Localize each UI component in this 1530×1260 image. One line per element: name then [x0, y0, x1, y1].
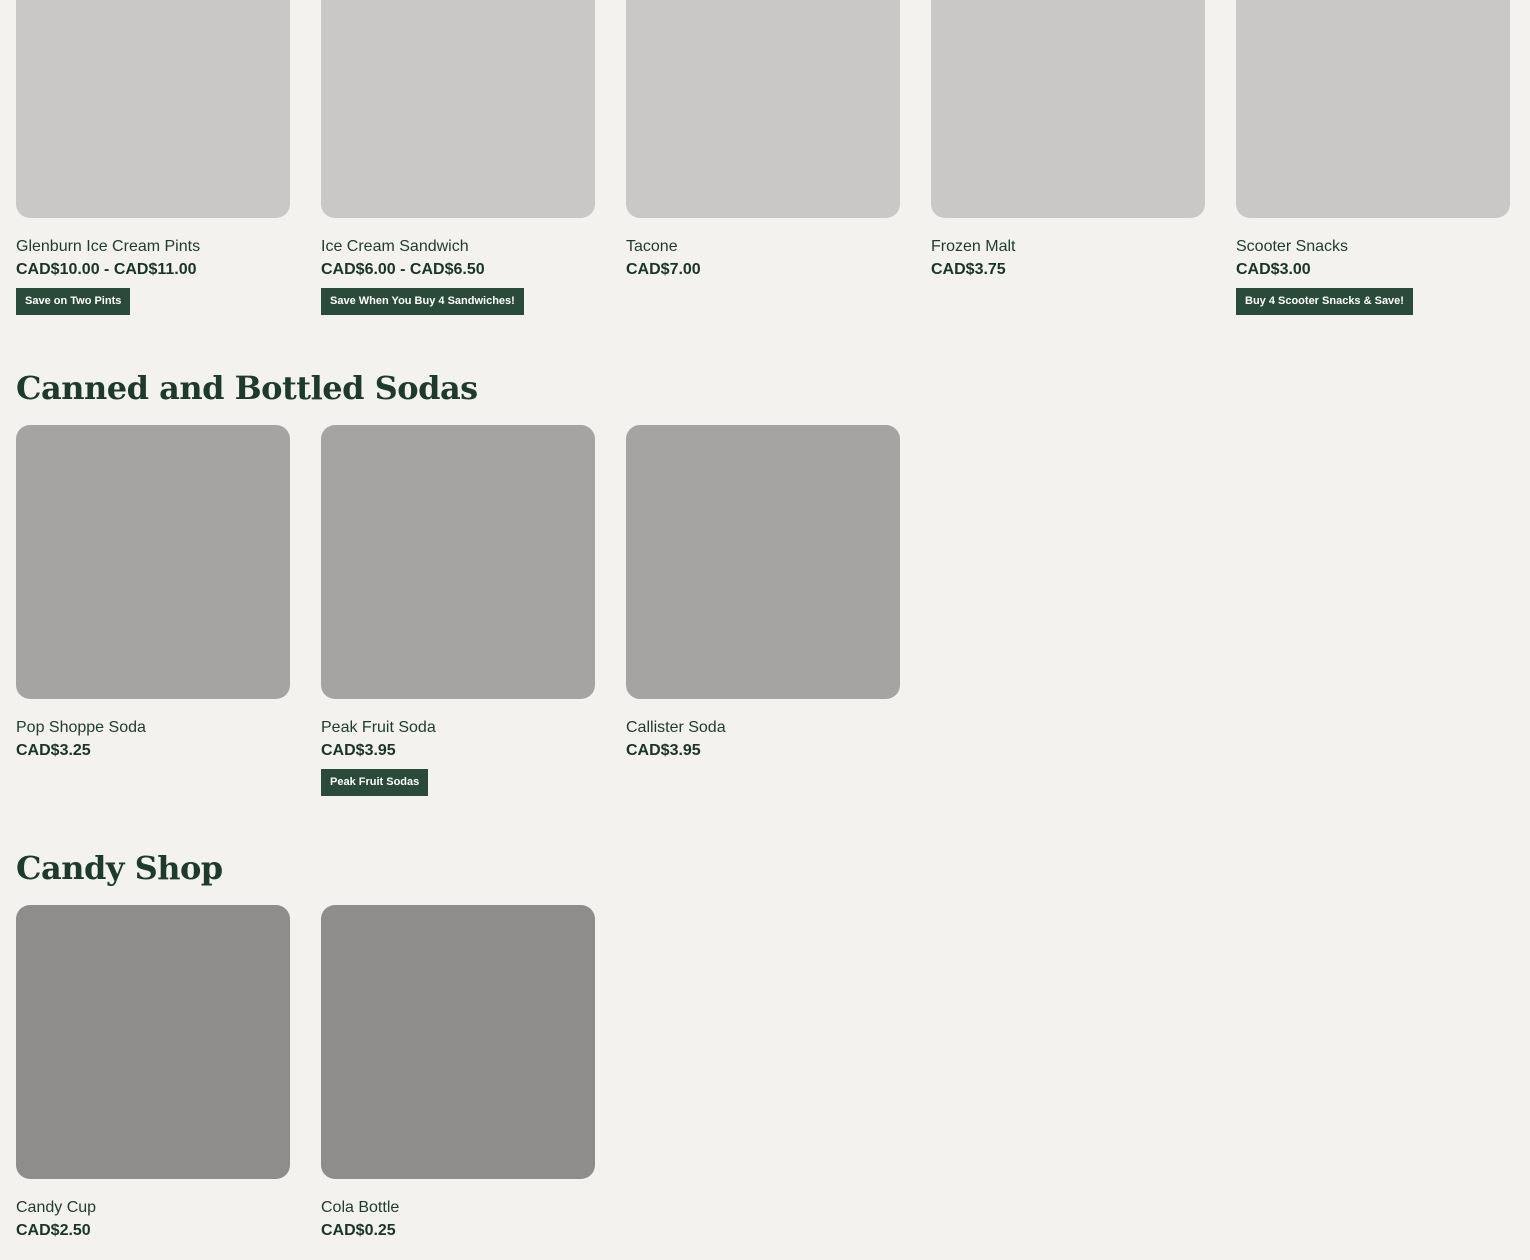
- product-image[interactable]: [626, 425, 900, 699]
- product-card[interactable]: Pop Shoppe Soda CAD$3.25: [16, 425, 290, 796]
- promo-badge: Save on Two Pints: [16, 288, 131, 315]
- product-name[interactable]: Scooter Snacks: [1236, 237, 1510, 257]
- product-grid: Pop Shoppe Soda CAD$3.25 Peak Fruit Soda…: [16, 425, 900, 796]
- product-image[interactable]: [16, 905, 290, 1179]
- product-price: CAD$10.00 - CAD$11.00: [16, 261, 197, 278]
- product-name[interactable]: Candy Cup: [16, 1198, 290, 1218]
- section-sodas: Canned and Bottled Sodas Pop Shoppe Soda…: [16, 365, 1514, 805]
- product-image[interactable]: [321, 0, 595, 218]
- product-price: CAD$3.25: [16, 742, 91, 759]
- product-price: CAD$0.25: [321, 1222, 396, 1239]
- product-name[interactable]: Pop Shoppe Soda: [16, 718, 290, 738]
- product-card[interactable]: Tacone CAD$7.00: [626, 0, 900, 315]
- product-card[interactable]: Scooter Snacks CAD$3.00 Buy 4 Scooter Sn…: [1236, 0, 1510, 315]
- product-name[interactable]: Frozen Malt: [931, 237, 1205, 257]
- product-name[interactable]: Glenburn Ice Cream Pints: [16, 237, 290, 257]
- product-image[interactable]: [321, 425, 595, 699]
- product-image[interactable]: [931, 0, 1205, 218]
- product-price: CAD$3.95: [626, 742, 701, 759]
- product-card[interactable]: Glenburn Ice Cream Pints CAD$10.00 - CAD…: [16, 0, 290, 315]
- promo-badge: Buy 4 Scooter Snacks & Save!: [1236, 288, 1413, 315]
- product-name[interactable]: Cola Bottle: [321, 1198, 595, 1218]
- product-price: CAD$3.00: [1236, 261, 1311, 278]
- promo-badge: Peak Fruit Sodas: [321, 769, 429, 796]
- product-image[interactable]: [1236, 0, 1510, 218]
- section-ice-cream: Glenburn Ice Cream Pints CAD$10.00 - CAD…: [16, 0, 1514, 330]
- product-name[interactable]: Ice Cream Sandwich: [321, 237, 595, 257]
- product-card[interactable]: Candy Cup CAD$2.50: [16, 905, 290, 1241]
- product-card[interactable]: Frozen Malt CAD$3.75: [931, 0, 1205, 315]
- product-name[interactable]: Callister Soda: [626, 718, 900, 738]
- product-grid: Candy Cup CAD$2.50 Cola Bottle CAD$0.25: [16, 905, 595, 1241]
- section-title: Candy Shop: [16, 849, 223, 887]
- product-name[interactable]: Peak Fruit Soda: [321, 718, 595, 738]
- product-price: CAD$3.95: [321, 742, 396, 759]
- product-name[interactable]: Tacone: [626, 237, 900, 257]
- product-price: CAD$7.00: [626, 261, 701, 278]
- product-listing-page: Glenburn Ice Cream Pints CAD$10.00 - CAD…: [0, 0, 1530, 1260]
- product-image[interactable]: [321, 905, 595, 1179]
- product-price: CAD$3.75: [931, 261, 1006, 278]
- product-image[interactable]: [16, 425, 290, 699]
- product-card[interactable]: Peak Fruit Soda CAD$3.95 Peak Fruit Soda…: [321, 425, 595, 796]
- product-price: CAD$2.50: [16, 1222, 91, 1239]
- product-grid: Glenburn Ice Cream Pints CAD$10.00 - CAD…: [16, 0, 1510, 315]
- product-image[interactable]: [16, 0, 290, 218]
- product-card[interactable]: Callister Soda CAD$3.95: [626, 425, 900, 796]
- section-candy-shop: Candy Shop Candy Cup CAD$2.50 Cola Bottl…: [16, 845, 1514, 1260]
- product-card[interactable]: Cola Bottle CAD$0.25: [321, 905, 595, 1241]
- product-price: CAD$6.00 - CAD$6.50: [321, 261, 485, 278]
- section-title: Canned and Bottled Sodas: [16, 369, 478, 407]
- product-image[interactable]: [626, 0, 900, 218]
- product-card[interactable]: Ice Cream Sandwich CAD$6.00 - CAD$6.50 S…: [321, 0, 595, 315]
- promo-badge: Save When You Buy 4 Sandwiches!: [321, 288, 524, 315]
